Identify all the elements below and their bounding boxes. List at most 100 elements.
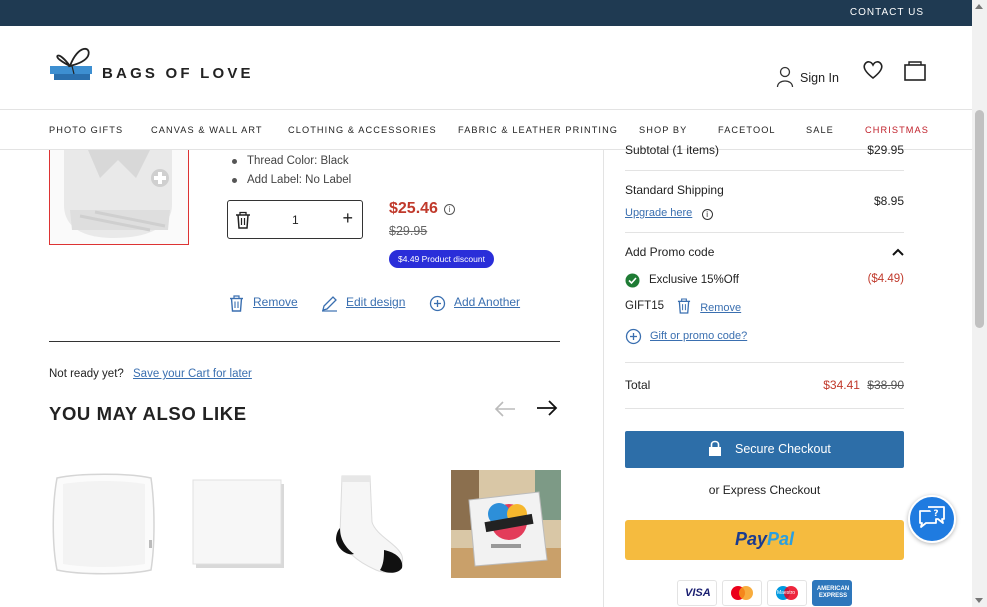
secure-checkout-button[interactable]: Secure Checkout	[625, 431, 904, 468]
product-card[interactable]	[49, 470, 159, 578]
trash-icon	[677, 298, 691, 314]
total-row: Total $34.41 $38.90	[625, 378, 904, 394]
site-header: BAGS OF LOVE Sign In	[0, 26, 972, 110]
checkout-label: Secure Checkout	[735, 442, 831, 456]
trash-icon[interactable]	[235, 211, 251, 234]
pencil-icon	[322, 296, 337, 312]
remove-promo-label: Remove	[700, 302, 742, 314]
nav-christmas[interactable]: CHRISTMAS	[865, 125, 929, 135]
wishlist-heart-icon[interactable]	[862, 60, 884, 85]
product-card[interactable]	[318, 470, 428, 578]
remove-promo-button[interactable]: Remove	[677, 298, 741, 314]
subtotal-value: $29.95	[867, 143, 904, 157]
recommendations-heading: YOU MAY ALSO LIKE	[49, 403, 247, 424]
plus-circle-icon	[625, 328, 642, 345]
nav-shop-by[interactable]: SHOP BY	[639, 125, 687, 135]
cart-bag-icon[interactable]	[904, 61, 926, 86]
scrollbar-thumb[interactable]	[975, 110, 984, 328]
item-price: $25.46	[389, 200, 438, 217]
upgrade-shipping-link[interactable]: Upgrade here	[625, 207, 692, 219]
applied-promo-row: Exclusive 15%Off ($4.49)	[625, 273, 904, 289]
contrado-pack-image	[451, 470, 561, 578]
mastercard-icon	[722, 580, 762, 606]
save-cart-row: Not ready yet? Save your Cart for later	[49, 368, 252, 380]
shipping-value: $8.95	[873, 194, 904, 208]
gift-promo-link[interactable]: Gift or promo code?	[625, 328, 904, 346]
paypal-logo: PayPal	[734, 529, 795, 549]
add-another-label: Add Another	[454, 295, 521, 309]
brand-name: BAGS OF LOVE	[102, 65, 254, 82]
total-old: $38.90	[867, 378, 904, 392]
product-thumbnail-image	[64, 150, 172, 238]
trash-icon	[230, 295, 243, 312]
gift-box-icon	[50, 48, 92, 80]
option-thread-color: Thread Color: Black	[232, 154, 351, 173]
info-icon[interactable]: i	[444, 204, 455, 215]
blank-tile-image	[192, 479, 284, 568]
divider	[625, 232, 904, 233]
save-cart-link[interactable]: Save your Cart for later	[133, 368, 252, 380]
logo[interactable]: BAGS OF LOVE	[48, 42, 258, 86]
top-bar: CONTACT US	[0, 0, 972, 26]
promo-code-row: GIFT15 Remove	[625, 298, 904, 316]
chat-icon[interactable]: ?	[908, 495, 956, 543]
chevron-up-icon	[892, 248, 904, 256]
nav-facetool[interactable]: FACETOOL	[718, 125, 776, 135]
scroll-up-icon[interactable]	[975, 4, 983, 9]
divider	[625, 362, 904, 363]
nav-photo-gifts[interactable]: PHOTO GIFTS	[49, 125, 123, 135]
plus-circle-icon	[429, 295, 446, 312]
total-label: Total	[625, 378, 651, 392]
visa-icon: VISA	[677, 580, 717, 606]
sock-image	[336, 475, 404, 573]
amex-icon: AMERICAN EXPRESS	[812, 580, 852, 606]
cushion-insert-image	[52, 473, 155, 575]
discount-badge: $4.49 Product discount	[389, 250, 494, 268]
option-label: Add Label: No Label	[232, 173, 351, 192]
contact-us-link[interactable]: CONTACT US	[850, 7, 924, 18]
nav-canvas-wall-art[interactable]: CANVAS & WALL ART	[151, 125, 263, 135]
applied-promo-label: Exclusive 15%Off	[649, 274, 739, 286]
quantity-value[interactable]: 1	[292, 213, 299, 227]
svg-text:?: ?	[933, 509, 938, 519]
item-options: Thread Color: Black Add Label: No Label	[232, 154, 351, 192]
subtotal-label: Subtotal (1 items)	[625, 143, 720, 157]
save-cart-prompt: Not ready yet?	[49, 368, 124, 380]
edit-design-label: Edit design	[346, 295, 406, 309]
divider	[625, 170, 904, 171]
info-icon[interactable]: i	[701, 209, 713, 220]
quantity-stepper: 1 +	[227, 200, 363, 239]
user-icon	[776, 66, 794, 88]
promo-header[interactable]: Add Promo code	[625, 245, 904, 261]
shipping-label: Standard Shipping	[625, 183, 724, 197]
sign-in-link[interactable]: Sign In	[776, 64, 860, 90]
arrow-right-icon[interactable]	[536, 398, 558, 423]
item-original-price: $29.95	[389, 224, 428, 238]
remove-label: Remove	[253, 295, 298, 309]
sign-in-label: Sign In	[800, 71, 839, 85]
remove-item-button[interactable]: Remove	[229, 295, 298, 312]
total-values: $34.41 $38.90	[823, 378, 904, 392]
express-checkout-label: or Express Checkout	[708, 483, 821, 497]
subtotal-row: Subtotal (1 items) $29.95	[625, 143, 904, 159]
shipping-row: Standard Shipping $8.95 Upgrade here i	[625, 183, 904, 223]
divider	[49, 341, 560, 342]
divider	[625, 408, 904, 409]
paypal-button[interactable]: PayPal	[625, 520, 904, 560]
scrollbar[interactable]	[972, 0, 987, 607]
cart-item-thumbnail[interactable]	[49, 150, 189, 245]
nav-sale[interactable]: SALE	[806, 125, 834, 135]
arrow-left-icon[interactable]	[494, 400, 516, 423]
promo-code: GIFT15	[625, 300, 664, 312]
total-now: $34.41	[823, 378, 860, 392]
check-circle-icon	[625, 273, 640, 288]
plus-icon[interactable]: +	[342, 209, 353, 227]
scroll-down-icon[interactable]	[975, 598, 983, 603]
nav-fabric-leather-printing[interactable]: FABRIC & LEATHER PRINTING	[458, 125, 618, 135]
edit-design-button[interactable]: Edit design	[321, 295, 406, 312]
add-another-button[interactable]: Add Another	[429, 295, 521, 312]
maestro-icon: Maestro	[767, 580, 807, 606]
product-card[interactable]	[188, 470, 298, 578]
product-card[interactable]	[451, 470, 561, 578]
nav-clothing-accessories[interactable]: CLOTHING & ACCESSORIES	[288, 125, 437, 135]
